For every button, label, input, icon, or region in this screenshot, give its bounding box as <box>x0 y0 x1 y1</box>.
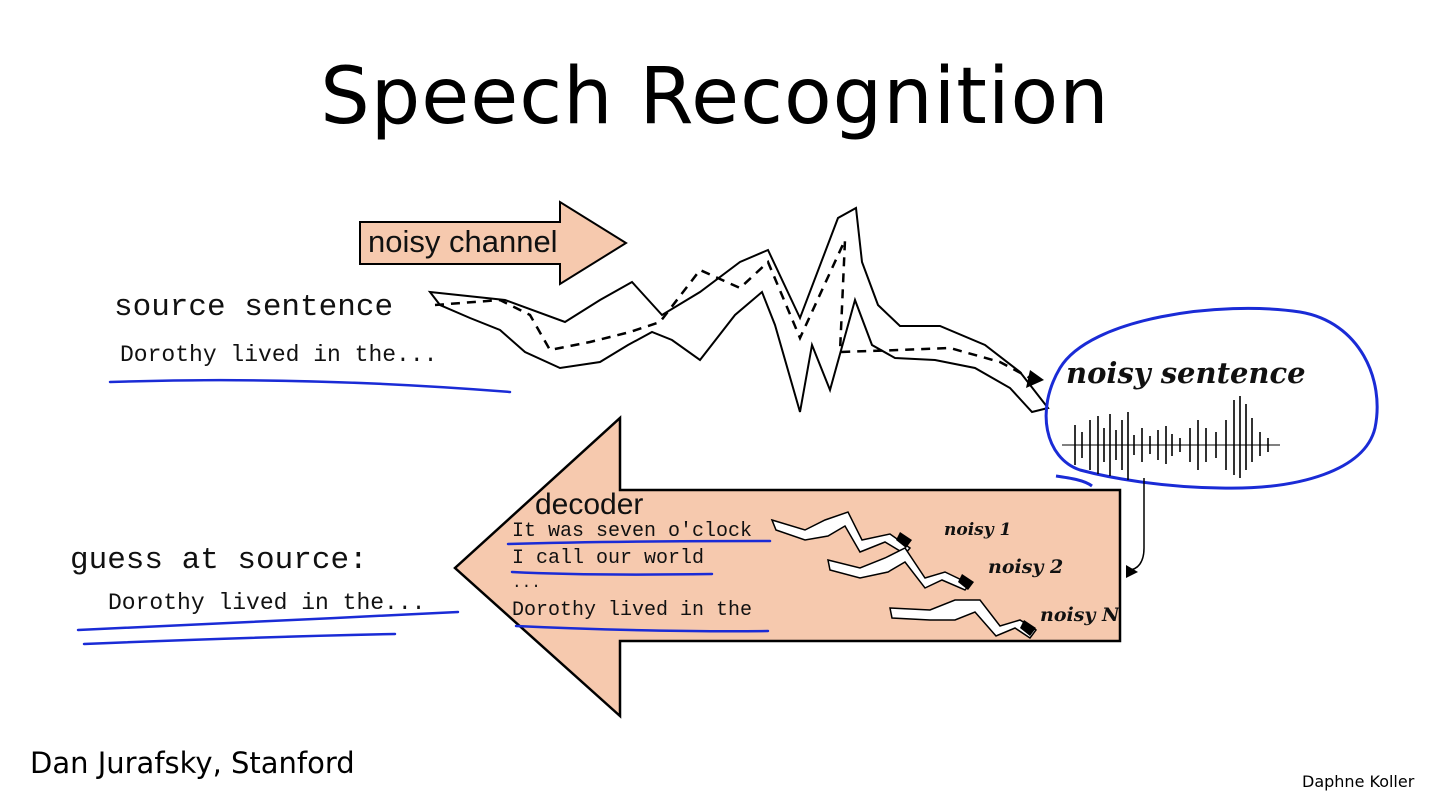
speech-waveform <box>1062 396 1280 480</box>
guess-at-source-text: Dorothy lived in the... <box>108 590 426 616</box>
guess-at-source-heading: guess at source: <box>70 543 368 578</box>
noisy-sentence-label: noisy sentence <box>1066 356 1306 390</box>
decoder-hypothesis-1: It was seven o'clock <box>512 520 753 543</box>
watermark-author: Daphne Koller <box>1302 772 1415 791</box>
noisy-to-decoder-connector <box>1127 478 1145 571</box>
source-sentence-text: Dorothy lived in the... <box>120 342 438 368</box>
decoder-label: decoder <box>535 488 644 521</box>
channel-arrowhead <box>1026 370 1044 388</box>
decoder-hypothesis-n: Dorothy lived in the <box>512 599 753 622</box>
diagram-graphics <box>76 200 1379 719</box>
slide: Speech Recognition noisy channel source … <box>0 0 1430 804</box>
noisy-tag-2: noisy 2 <box>988 556 1064 578</box>
source-sentence-heading: source sentence <box>114 290 394 325</box>
footer-credit: Dan Jurafsky, Stanford <box>30 746 355 780</box>
decoder-hypothesis-ellipsis: ... <box>512 574 541 592</box>
noisy-sentence-loop-tail <box>1055 474 1093 488</box>
noisy-tag-1: noisy 1 <box>944 520 1012 540</box>
decoder-hypothesis-2: I call our world <box>512 547 705 570</box>
noisy-channel-label: noisy channel <box>368 224 558 259</box>
noisy-tag-n: noisy N <box>1040 604 1120 626</box>
noisy-sentence-loop <box>1044 306 1379 490</box>
